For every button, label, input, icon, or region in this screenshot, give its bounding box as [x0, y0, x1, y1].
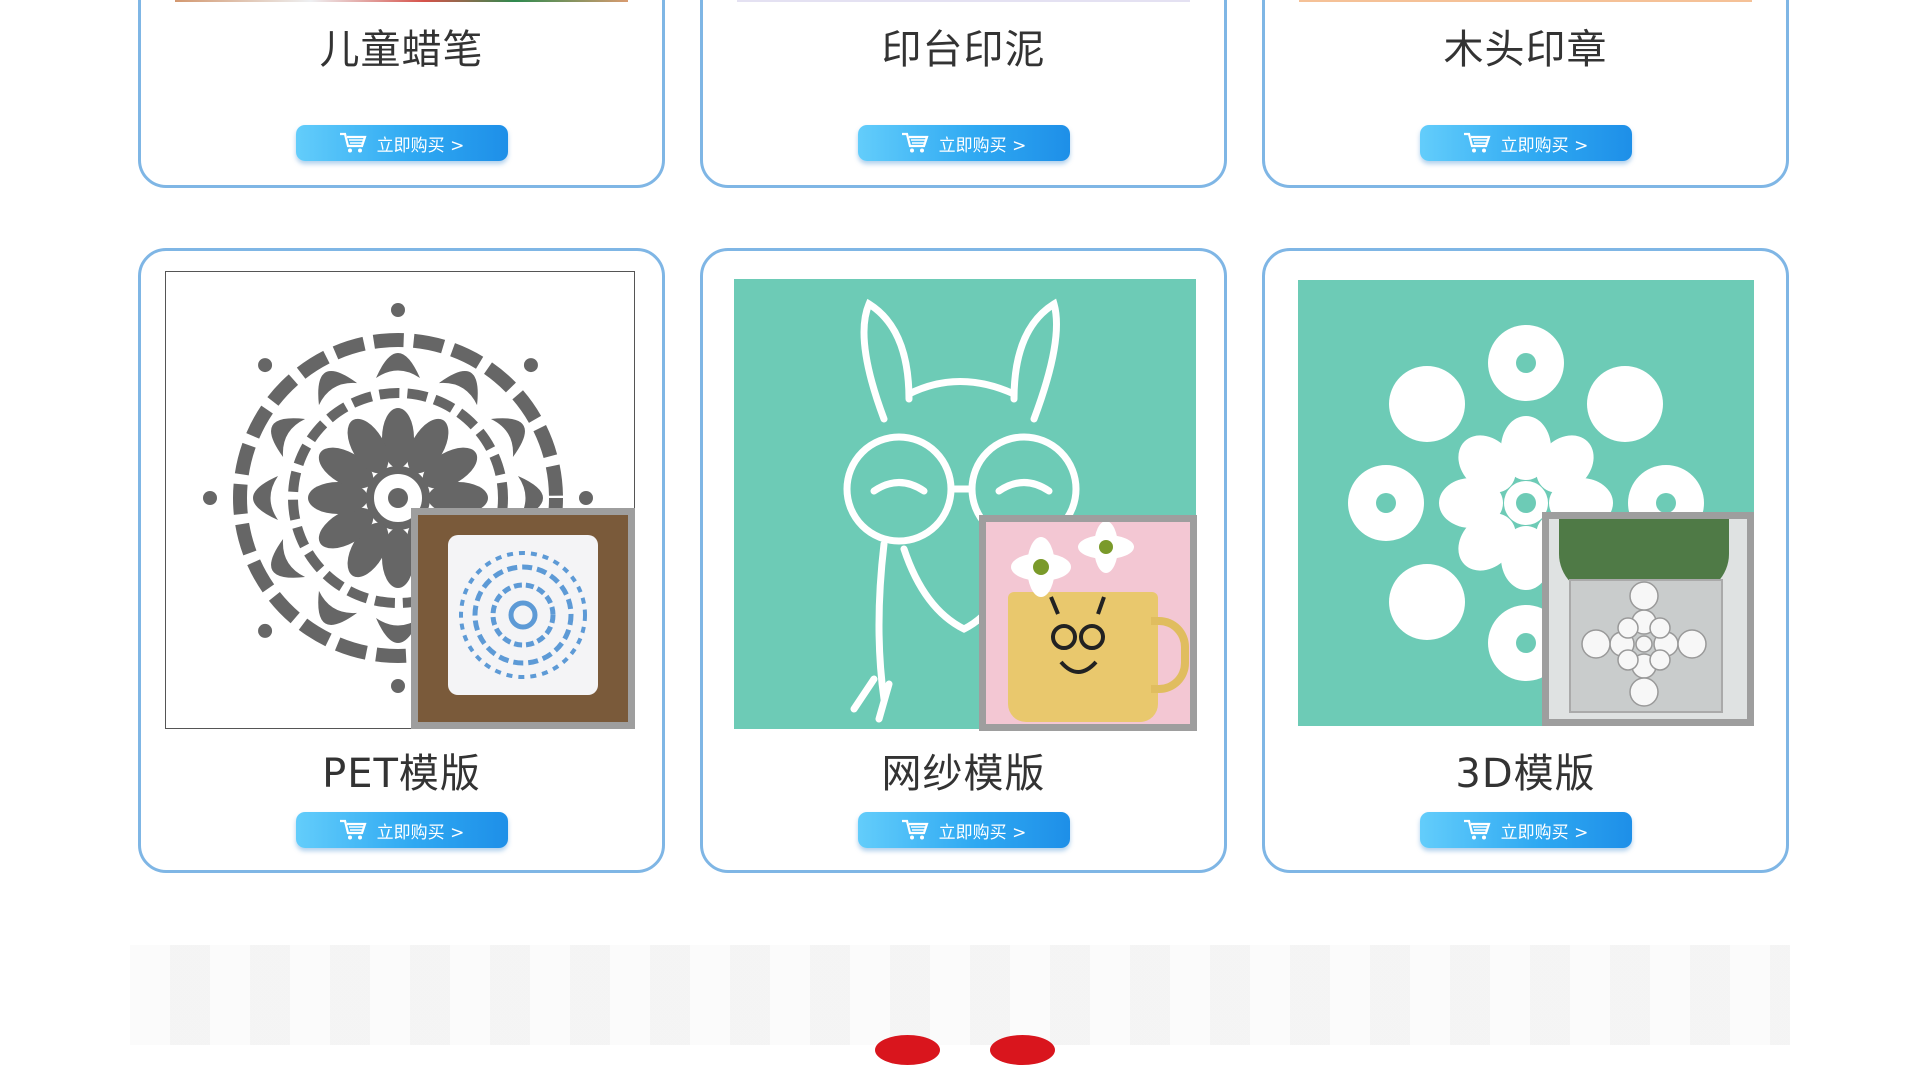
buy-now-label: 立即购买 >	[1500, 135, 1589, 156]
product-title: 印台印泥	[881, 27, 1046, 73]
product-title: PET模版	[322, 751, 481, 797]
buy-now-label: 立即购买 >	[1500, 822, 1589, 843]
planter-floral-graphic	[1581, 581, 1707, 707]
buy-now-button[interactable]: 立即购买 >	[857, 812, 1070, 848]
red-decoration-right	[990, 1035, 1055, 1065]
buy-now-label: 立即购买 >	[376, 135, 465, 156]
product-image-crayons	[175, 0, 628, 2]
shopping-cart-icon	[901, 132, 929, 153]
red-decoration-left	[875, 1035, 940, 1065]
shopping-cart-icon	[339, 132, 367, 153]
product-card-wood-stamp[interactable]: 木头印章 立即购买 >	[1262, 0, 1789, 188]
buy-now-label: 立即购买 >	[938, 135, 1027, 156]
product-image-ink-pad	[737, 0, 1190, 2]
faded-section-banner	[130, 945, 1790, 1045]
product-card-ink-pad[interactable]: 印台印泥 立即购买 >	[700, 0, 1227, 188]
buy-now-button[interactable]: 立即购买 >	[295, 125, 508, 161]
buy-now-button[interactable]: 立即购买 >	[1419, 125, 1632, 161]
buy-now-label: 立即购买 >	[938, 822, 1027, 843]
shopping-cart-icon	[901, 819, 929, 840]
pillow-mandala-graphic	[459, 551, 587, 679]
shopping-cart-icon	[1463, 132, 1491, 153]
buy-now-button[interactable]: 立即购买 >	[857, 125, 1070, 161]
shopping-cart-icon	[1463, 819, 1491, 840]
product-card-mesh-stencil[interactable]: 网纱模版 立即购买 >	[700, 248, 1227, 873]
product-card-pet-stencil[interactable]: PET模版 立即购买 >	[138, 248, 665, 873]
buy-now-button[interactable]: 立即购买 >	[1419, 812, 1632, 848]
shopping-cart-icon	[339, 819, 367, 840]
product-title: 木头印章	[1443, 27, 1608, 73]
mug-flowers-graphic	[1011, 522, 1134, 674]
product-card-crayons[interactable]: 儿童蜡笔 立即购买 >	[138, 0, 665, 188]
buy-now-button[interactable]: 立即购买 >	[295, 812, 508, 848]
product-title: 儿童蜡笔	[319, 27, 484, 73]
product-title: 网纱模版	[881, 751, 1046, 797]
product-card-3d-stencil[interactable]: 3D模版 立即购买 >	[1262, 248, 1789, 873]
product-inset-planter	[1542, 512, 1754, 726]
product-title: 3D模版	[1455, 751, 1596, 797]
product-inset-mug	[979, 515, 1197, 731]
buy-now-label: 立即购买 >	[376, 822, 465, 843]
product-inset-pillow	[411, 508, 635, 729]
product-image-wood-stamp	[1299, 0, 1752, 2]
